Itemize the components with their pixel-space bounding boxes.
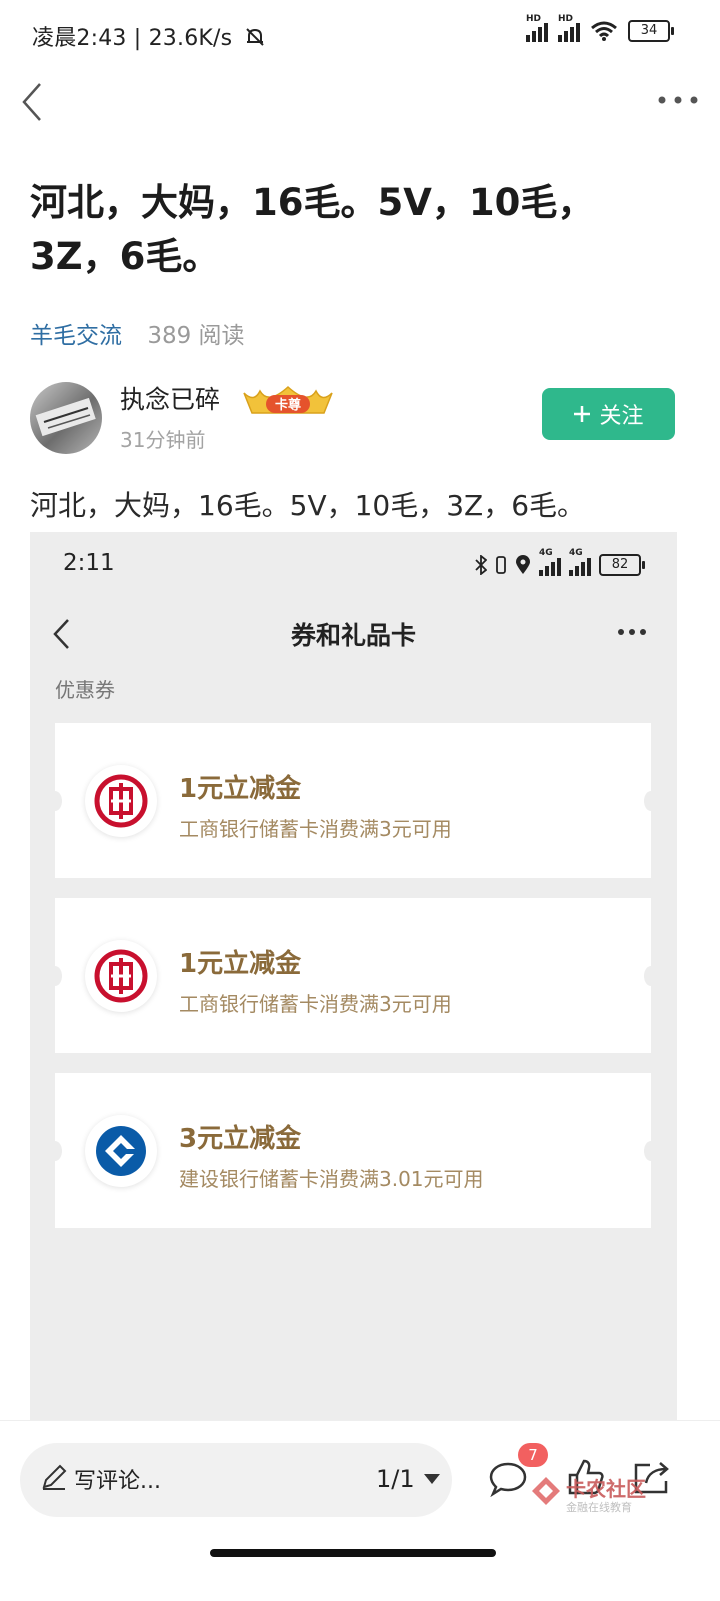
post-body-text: 河北，大妈，16毛。5V，10毛，3Z，6毛。 (30, 489, 586, 522)
coupon-title: 1元立减金 (179, 949, 302, 979)
coupon-description: 建设银行储蓄卡消费满3.01元可用 (179, 1167, 484, 1191)
post-meta: 羊毛交流 389 阅读 (30, 316, 245, 350)
plus-icon (574, 406, 591, 422)
location-pin-icon (516, 555, 530, 574)
comment-bubble-icon[interactable] (488, 1461, 528, 1497)
signal-icon: HD (558, 14, 580, 42)
coupon-card: 1元立减金 工商银行储蓄卡消费满3元可用 (48, 898, 658, 1053)
status-time-speed: 凌晨2:43 | 23.6K/s (32, 20, 266, 52)
category-link[interactable]: 羊毛交流 (30, 323, 122, 349)
post-title: 河北，大妈，16毛。5V，10毛，3Z，6毛。 (30, 181, 595, 278)
signal-icon: HD (526, 14, 548, 42)
embedded-battery-icon: 82 (599, 554, 645, 576)
battery-icon: 34 (628, 20, 674, 42)
embedded-status-icons: 4G 4G 82 (475, 548, 645, 576)
icbc-logo-icon (85, 765, 157, 837)
svg-text:卡尊: 卡尊 (275, 397, 301, 413)
status-bar: 凌晨2:43 | 23.6K/s HD HD 34 (0, 0, 720, 70)
vibrate-icon (496, 556, 506, 574)
embedded-status-time: 2:11 (63, 550, 115, 576)
watermark-name: 卡农社区 (566, 1477, 646, 1501)
vip-crown-badge-icon: 卡尊 (243, 385, 333, 414)
coupon-card: 1元立减金 工商银行储蓄卡消费满3元可用 (48, 723, 658, 878)
signal-4g-icon: 4G (569, 548, 591, 576)
coupon-description: 工商银行储蓄卡消费满3元可用 (179, 992, 452, 1016)
embedded-more-icon (618, 629, 646, 635)
embedded-page-title: 券和礼品卡 (290, 621, 416, 650)
coupon-title: 3元立减金 (179, 1124, 302, 1154)
coupon-title: 1元立减金 (179, 774, 302, 804)
bluetooth-icon (475, 555, 487, 575)
back-button[interactable] (18, 80, 58, 124)
embedded-section-label: 优惠券 (55, 678, 115, 702)
watermark-subtitle: 金融在线教育 (566, 1501, 632, 1514)
home-indicator[interactable] (210, 1549, 496, 1557)
chevron-down-icon[interactable] (424, 1474, 440, 1484)
post-time: 31分钟前 (120, 428, 206, 452)
comment-placeholder: 写评论... (74, 1469, 161, 1494)
status-icons: HD HD 34 (526, 14, 674, 42)
author-name[interactable]: 执念已碎 (120, 380, 220, 416)
page-indicator[interactable]: 1/1 (376, 1465, 415, 1493)
avatar-image (35, 397, 96, 437)
site-watermark: 卡农社区 金融在线教育 (530, 1473, 690, 1521)
ccb-logo-icon (85, 1115, 157, 1187)
coupon-description: 工商银行储蓄卡消费满3元可用 (179, 817, 452, 841)
coupon-card: 3元立减金 建设银行储蓄卡消费满3.01元可用 (48, 1073, 658, 1228)
signal-4g-icon: 4G (539, 548, 561, 576)
bottom-action-bar: 写评论... 1/1 7 卡农社区 金融在线教育 (0, 1420, 720, 1601)
embedded-screenshot[interactable]: 2:11 4G 4G 82 券和礼品卡 优惠券 1元立减金 工商银行储蓄卡消费满… (30, 532, 677, 1420)
follow-button[interactable]: 关注 (542, 388, 675, 440)
wifi-icon (591, 21, 617, 41)
read-count: 389 阅读 (147, 323, 245, 349)
avatar[interactable] (30, 382, 102, 454)
watermark-logo-icon (532, 1477, 560, 1505)
icbc-logo-icon (85, 940, 157, 1012)
comment-count-badge: 7 (518, 1443, 548, 1467)
pencil-icon (42, 1464, 67, 1490)
mute-bell-icon (245, 28, 264, 46)
more-options-button[interactable] (656, 90, 700, 110)
comment-input[interactable]: 写评论... 1/1 (20, 1443, 452, 1517)
